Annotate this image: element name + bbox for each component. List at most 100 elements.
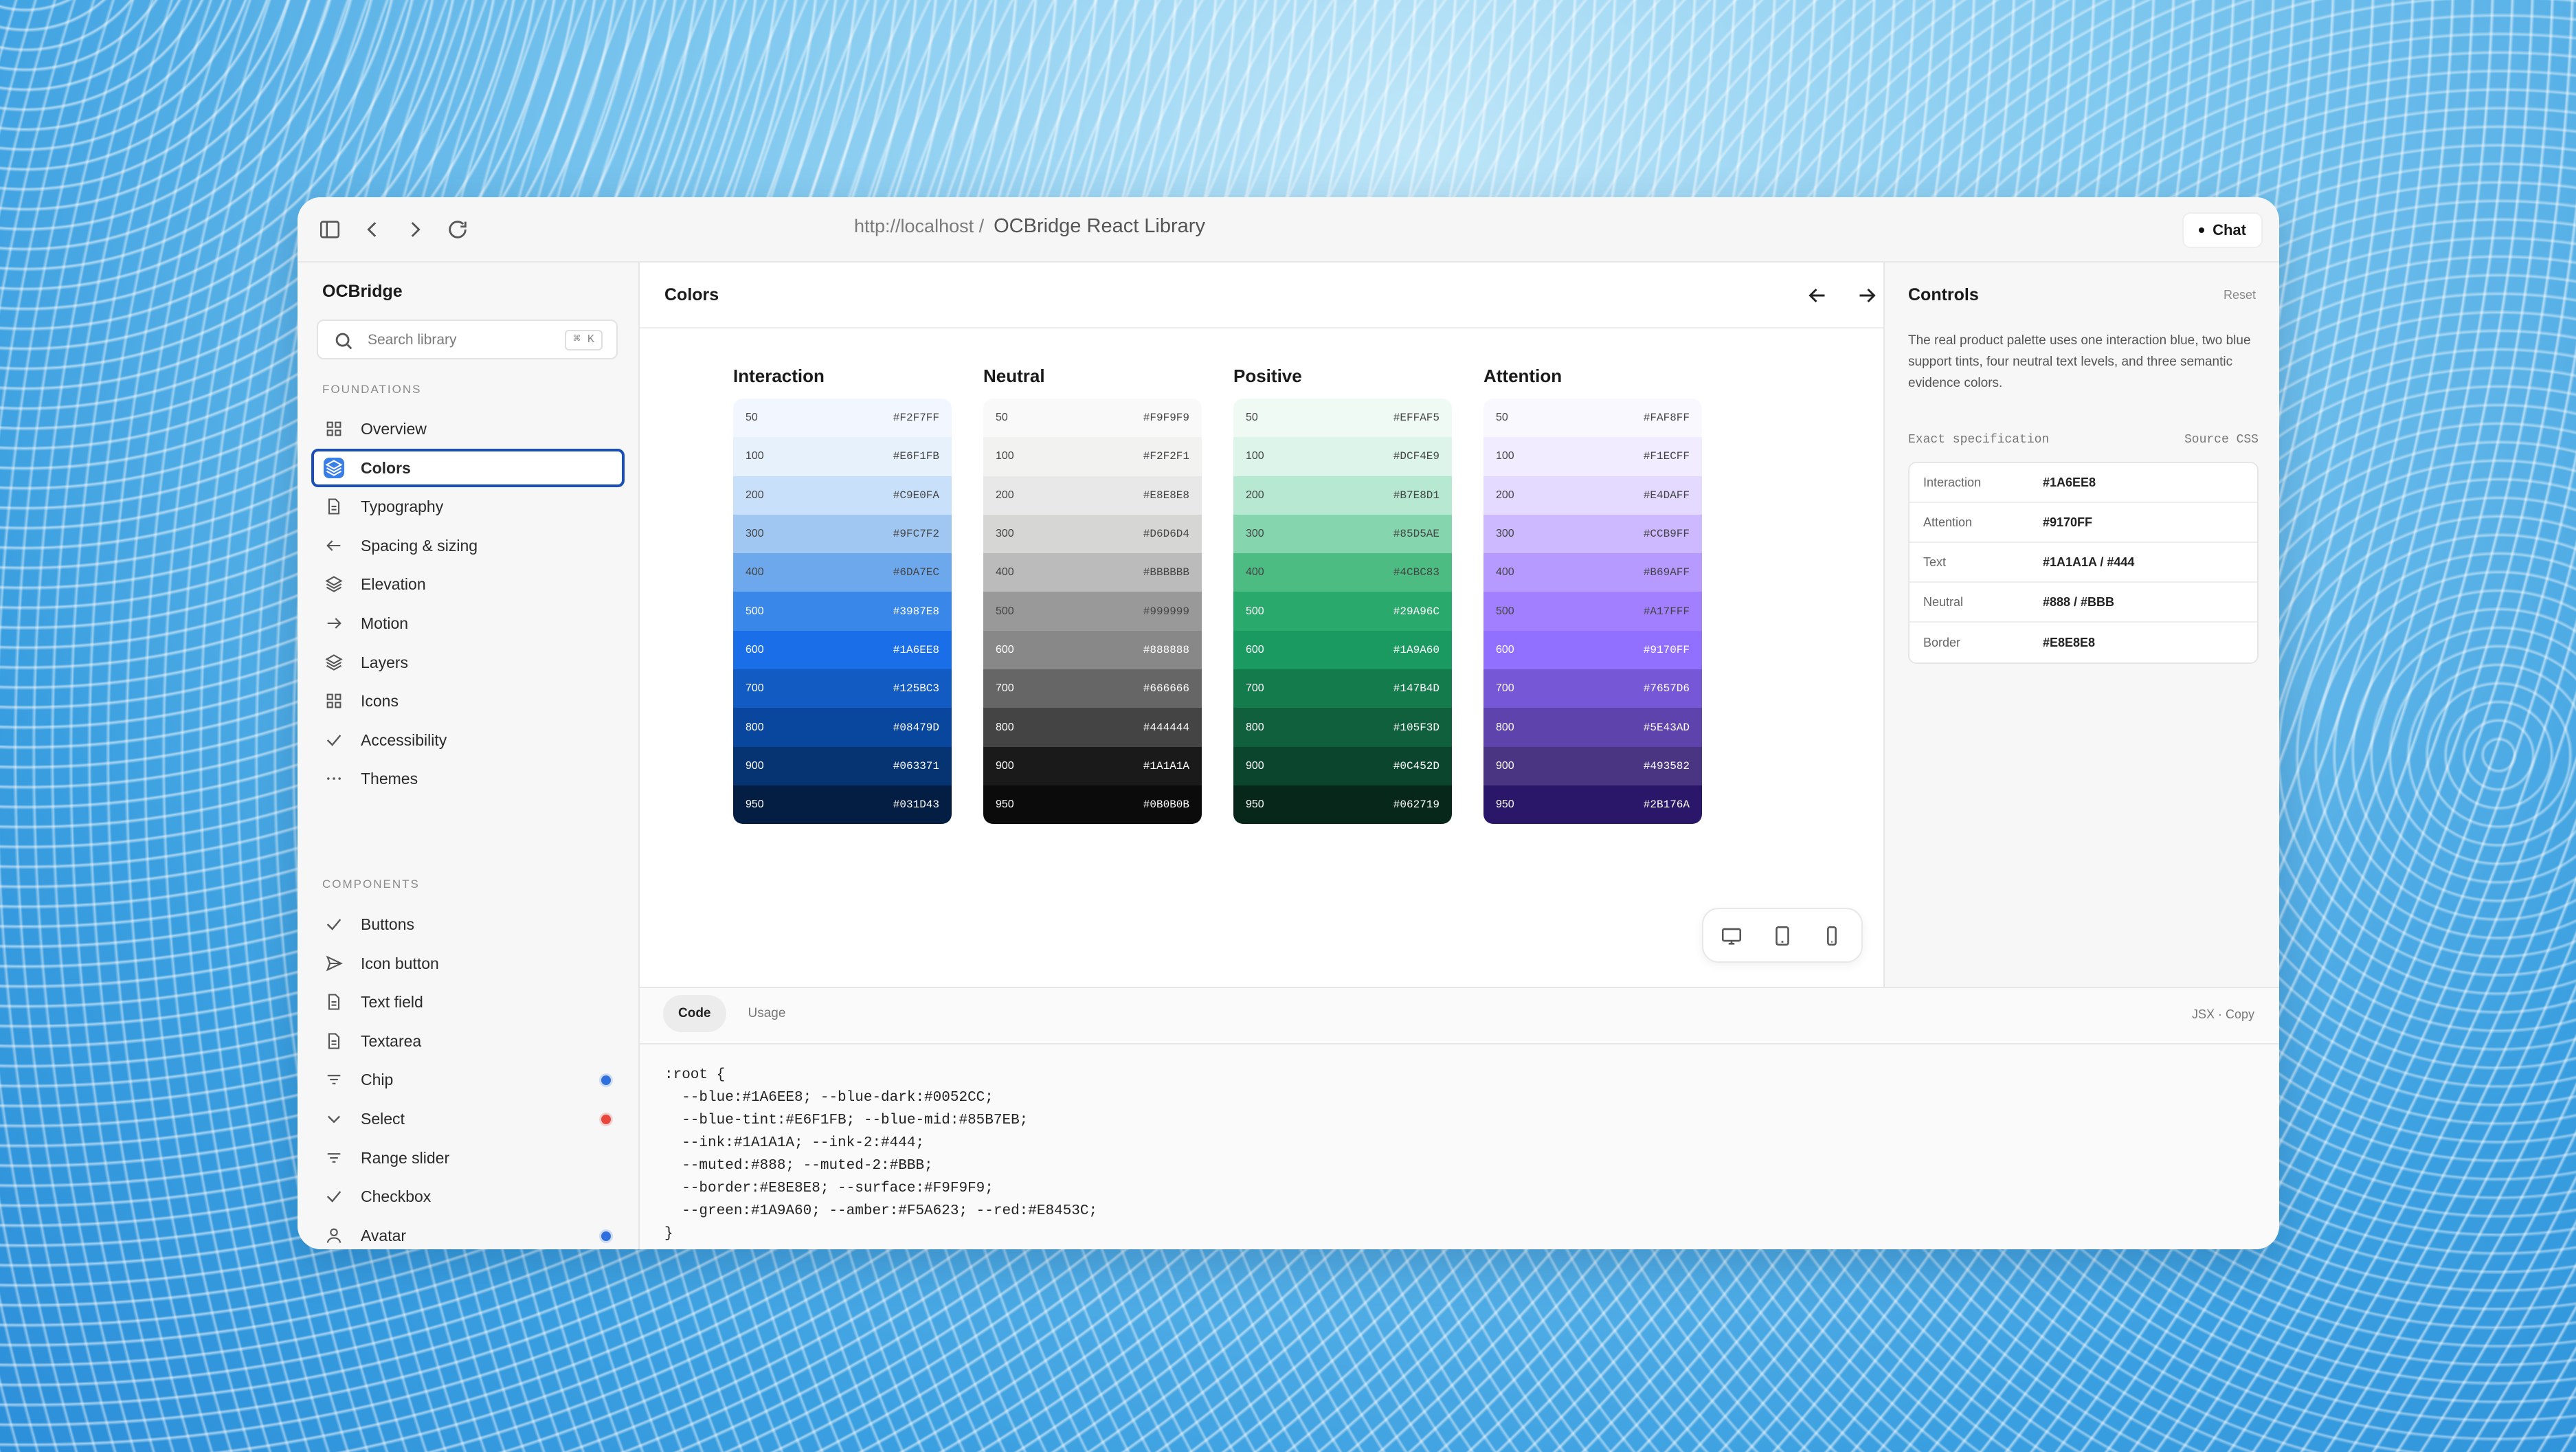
tab-code[interactable]: Code — [663, 995, 726, 1032]
color-swatch[interactable]: 300 #85D5AE — [1233, 514, 1452, 554]
color-swatch[interactable]: 600 #888888 — [983, 630, 1202, 670]
search-input[interactable]: Search library ⌘ K — [317, 320, 618, 359]
device-switcher — [1702, 908, 1863, 963]
sidebar-item-icon-button[interactable]: Icon button — [311, 944, 625, 983]
spec-row: Text #1A1A1A / #444 — [1909, 543, 2257, 583]
sidebar-item-chip[interactable]: Chip — [311, 1060, 625, 1099]
color-swatch[interactable]: 900 #493582 — [1483, 746, 1702, 785]
source-css-link[interactable]: Source CSS — [2184, 433, 2259, 447]
swatch-step: 300 — [1496, 528, 1514, 540]
tablet-icon[interactable] — [1771, 924, 1794, 948]
color-swatch[interactable]: 50 #F2F7FF — [733, 399, 952, 438]
swatch-hex: #1A1A1A — [1143, 759, 1189, 772]
arrow-left-icon — [324, 535, 344, 556]
color-swatch[interactable]: 50 #F9F9F9 — [983, 399, 1202, 438]
color-swatch[interactable]: 200 #E8E8E8 — [983, 476, 1202, 515]
color-swatch[interactable]: 800 #08479D — [733, 708, 952, 747]
color-swatch[interactable]: 200 #B7E8D1 — [1233, 476, 1452, 515]
color-swatch[interactable]: 100 #F2F2F1 — [983, 437, 1202, 476]
color-swatch[interactable]: 500 #29A96C — [1233, 592, 1452, 631]
color-swatch[interactable]: 800 #105F3D — [1233, 708, 1452, 747]
color-swatch[interactable]: 700 #7657D6 — [1483, 669, 1702, 708]
swatch-step: 100 — [746, 450, 764, 462]
sidebar-item-label: Spacing & sizing — [361, 536, 478, 555]
sidebar-item-layers[interactable]: Layers — [311, 643, 625, 682]
color-swatch[interactable]: 300 #CCB9FF — [1483, 514, 1702, 554]
desktop-icon[interactable] — [1720, 924, 1743, 948]
color-swatch[interactable]: 900 #063371 — [733, 746, 952, 785]
color-swatch[interactable]: 100 #E6F1FB — [733, 437, 952, 476]
tab-usage[interactable]: Usage — [733, 995, 801, 1032]
sidebar-item-typography[interactable]: Typography — [311, 487, 625, 526]
swatch-step: 500 — [1496, 605, 1514, 617]
sidebar-item-select[interactable]: Select — [311, 1099, 625, 1138]
address-bar[interactable]: http://localhost / OCBridge React Librar… — [854, 215, 1205, 238]
color-swatch[interactable]: 500 #A17FFF — [1483, 592, 1702, 631]
color-swatch[interactable]: 700 #125BC3 — [733, 669, 952, 708]
swatch-step: 50 — [996, 412, 1008, 424]
reload-icon[interactable] — [446, 218, 469, 241]
swatch-step: 200 — [746, 489, 764, 501]
color-swatch[interactable]: 200 #C9E0FA — [733, 476, 952, 515]
color-swatch[interactable]: 950 #0B0B0B — [983, 785, 1202, 825]
color-swatch[interactable]: 400 #6DA7EC — [733, 553, 952, 592]
color-swatch[interactable]: 200 #E4DAFF — [1483, 476, 1702, 515]
color-swatch[interactable]: 900 #1A1A1A — [983, 746, 1202, 785]
sidebar-item-range-slider[interactable]: Range slider — [311, 1139, 625, 1177]
color-swatch[interactable]: 300 #D6D6D4 — [983, 514, 1202, 554]
color-swatch[interactable]: 700 #666666 — [983, 669, 1202, 708]
color-swatch[interactable]: 800 #444444 — [983, 708, 1202, 747]
arrow-right-icon[interactable] — [1855, 283, 1879, 308]
palette-title: Interaction — [733, 366, 825, 386]
sidebar-item-elevation[interactable]: Elevation — [311, 565, 625, 603]
color-swatch[interactable]: 400 #B69AFF — [1483, 553, 1702, 592]
arrow-left-icon[interactable] — [1805, 283, 1830, 308]
color-swatch[interactable]: 50 #EFFAF5 — [1233, 399, 1452, 438]
color-swatch[interactable]: 950 #062719 — [1233, 785, 1452, 825]
color-swatch[interactable]: 400 #BBBBBB — [983, 553, 1202, 592]
sidebar-item-checkbox[interactable]: Checkbox — [311, 1177, 625, 1216]
color-swatch[interactable]: 600 #1A9A60 — [1233, 630, 1452, 670]
swatch-stack: 50 #F2F7FF 100 #E6F1FB 200 #C9E0FA 300 #9FC7F2 4… — [733, 399, 952, 825]
sidebar-item-label: Avatar — [361, 1226, 407, 1244]
color-swatch[interactable]: 600 #9170FF — [1483, 630, 1702, 670]
swatch-step: 100 — [1496, 450, 1514, 462]
forward-icon[interactable] — [403, 218, 427, 241]
sidebar-item-motion[interactable]: Motion — [311, 604, 625, 643]
color-swatch[interactable]: 950 #2B176A — [1483, 785, 1702, 825]
color-swatch[interactable]: 700 #147B4D — [1233, 669, 1452, 708]
color-swatch[interactable]: 600 #1A6EE8 — [733, 630, 952, 670]
spec-value: #1A6EE8 — [2043, 475, 2096, 489]
sidebar-item-themes[interactable]: Themes — [311, 759, 625, 798]
color-swatch[interactable]: 400 #4CBC83 — [1233, 553, 1452, 592]
sidebar-item-spacing-and-sizing[interactable]: Spacing & sizing — [311, 526, 625, 565]
color-swatch[interactable]: 500 #3987E8 — [733, 592, 952, 631]
copy-button[interactable]: Copy — [2226, 1007, 2254, 1021]
color-swatch[interactable]: 100 #F1ECFF — [1483, 437, 1702, 476]
color-swatch[interactable]: 100 #DCF4E9 — [1233, 437, 1452, 476]
mobile-icon[interactable] — [1820, 924, 1844, 948]
back-icon[interactable] — [361, 218, 384, 241]
sidebar-toggle-icon[interactable] — [318, 218, 341, 241]
color-swatch[interactable]: 900 #0C452D — [1233, 746, 1452, 785]
sidebar-item-avatar[interactable]: Avatar — [311, 1216, 625, 1249]
sidebar-item-label: Elevation — [361, 575, 426, 594]
sidebar-item-overview[interactable]: Overview — [311, 410, 625, 448]
color-swatch[interactable]: 800 #5E43AD — [1483, 708, 1702, 747]
swatch-step: 950 — [1246, 798, 1264, 811]
sidebar-item-accessibility[interactable]: Accessibility — [311, 721, 625, 759]
color-swatch[interactable]: 950 #031D43 — [733, 785, 952, 825]
lang-label: JSX — [2191, 1007, 2215, 1021]
color-swatch[interactable]: 500 #999999 — [983, 592, 1202, 631]
swatch-step: 950 — [1496, 798, 1514, 811]
color-swatch[interactable]: 300 #9FC7F2 — [733, 514, 952, 554]
sidebar-item-colors[interactable]: Colors — [311, 448, 625, 487]
sidebar-item-textarea[interactable]: Textarea — [311, 1022, 625, 1060]
sidebar-item-buttons[interactable]: Buttons — [311, 905, 625, 943]
color-swatch[interactable]: 50 #FAF8FF — [1483, 399, 1702, 438]
swatch-hex: #E6F1FB — [893, 450, 939, 463]
chat-button[interactable]: Chat — [2182, 212, 2263, 248]
reset-button[interactable]: Reset — [2224, 288, 2256, 302]
sidebar-item-icons[interactable]: Icons — [311, 682, 625, 720]
sidebar-item-text-field[interactable]: Text field — [311, 983, 625, 1021]
